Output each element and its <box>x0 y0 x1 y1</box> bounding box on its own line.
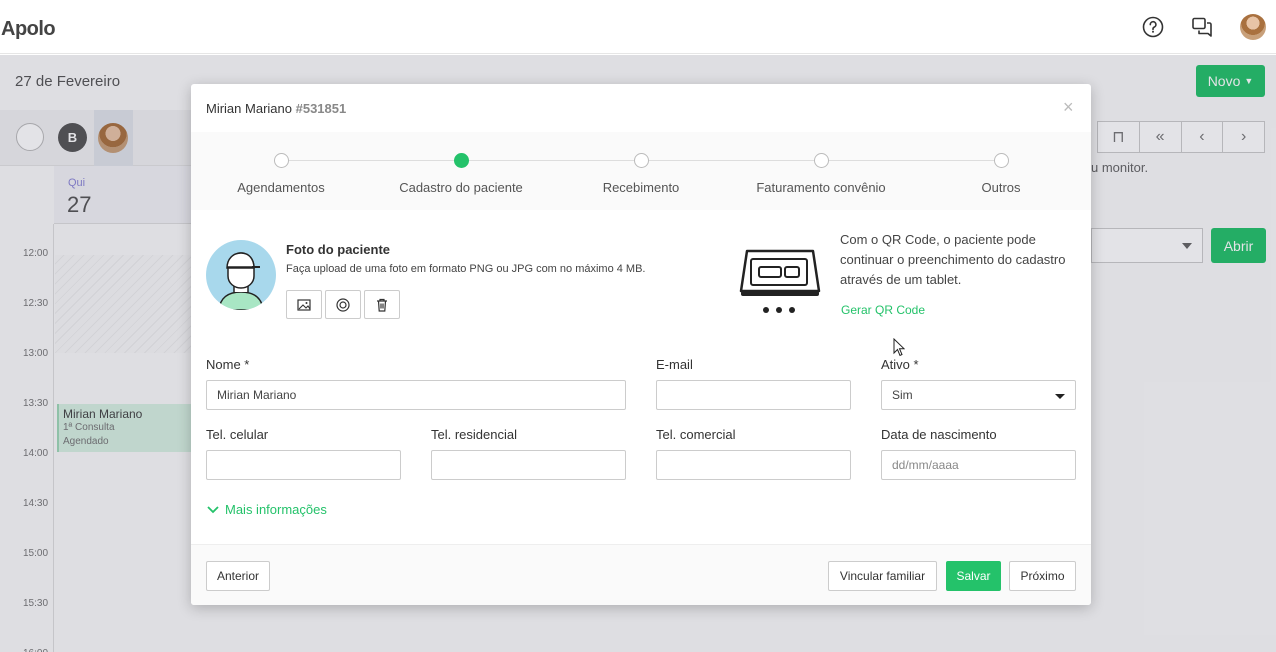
more-info-toggle[interactable]: Mais informações <box>207 502 327 517</box>
trash-icon <box>377 298 387 312</box>
user-avatar[interactable] <box>1240 14 1266 40</box>
patient-id: #531851 <box>295 101 347 116</box>
mobile-phone-label: Tel. celular <box>206 427 269 442</box>
step-dot <box>634 153 649 168</box>
app-logo[interactable]: Apolo <box>1 18 56 41</box>
email-label: E-mail <box>656 357 693 372</box>
stepper: Agendamentos Cadastro do paciente Recebi… <box>191 132 1091 210</box>
patient-name: Mirian Mariano <box>206 101 292 116</box>
camera-button[interactable] <box>325 290 361 319</box>
step-label: Cadastro do paciente <box>399 180 523 195</box>
photo-description: Faça upload de uma foto em formato PNG o… <box>286 263 646 275</box>
active-select[interactable]: Sim <box>881 380 1076 410</box>
work-phone-input[interactable] <box>656 450 851 480</box>
modal-footer: Anterior Vincular familiar Salvar Próxim… <box>191 544 1091 605</box>
birthdate-label: Data de nascimento <box>881 427 997 442</box>
photo-title: Foto do paciente <box>286 242 390 257</box>
step-faturamento[interactable]: Faturamento convênio <box>731 132 911 210</box>
step-dot <box>274 153 289 168</box>
home-phone-label: Tel. residencial <box>431 427 517 442</box>
mobile-phone-input[interactable] <box>206 450 401 480</box>
birthdate-input[interactable]: dd/mm/aaaa <box>881 450 1076 480</box>
step-label: Agendamentos <box>237 180 325 195</box>
step-outros[interactable]: Outros <box>911 132 1091 210</box>
tablet-qr-icon <box>739 249 821 313</box>
image-icon <box>297 298 311 311</box>
chat-icon[interactable] <box>1190 15 1214 39</box>
step-recebimento[interactable]: Recebimento <box>551 132 731 210</box>
modal-title: Mirian Mariano #531851 <box>206 101 346 116</box>
step-label: Outros <box>981 180 1021 195</box>
home-phone-input[interactable] <box>431 450 626 480</box>
mouse-cursor-icon <box>893 338 905 357</box>
delete-photo-button[interactable] <box>364 290 400 319</box>
name-label: Nome * <box>206 357 250 372</box>
name-input[interactable]: Mirian Mariano <box>206 380 626 410</box>
email-input[interactable] <box>656 380 851 410</box>
help-icon[interactable] <box>1141 15 1165 39</box>
step-cadastro[interactable]: Cadastro do paciente <box>371 132 551 210</box>
camera-icon <box>336 297 350 312</box>
step-dot <box>814 153 829 168</box>
save-button[interactable]: Salvar <box>946 561 1001 591</box>
step-label: Recebimento <box>602 180 680 195</box>
chevron-down-icon <box>207 505 219 513</box>
upload-image-button[interactable] <box>286 290 322 319</box>
previous-button[interactable]: Anterior <box>206 561 270 591</box>
step-dot-active <box>454 153 469 168</box>
qr-description: Com o QR Code, o paciente pode continuar… <box>840 232 1066 287</box>
link-family-button[interactable]: Vincular familiar <box>828 561 937 591</box>
modal-header: Mirian Mariano #531851 × <box>191 84 1091 132</box>
step-agendamentos[interactable]: Agendamentos <box>191 132 371 210</box>
work-phone-label: Tel. comercial <box>656 427 736 442</box>
more-info-label: Mais informações <box>225 502 327 517</box>
generate-qr-link[interactable]: Gerar QR Code <box>841 303 925 317</box>
patient-modal: Mirian Mariano #531851 × Agendamentos Ca… <box>191 84 1091 605</box>
close-icon[interactable]: × <box>1063 98 1077 116</box>
caret-down-icon <box>1055 394 1065 399</box>
active-label: Ativo * <box>881 357 919 372</box>
active-select-value: Sim <box>892 388 913 402</box>
next-button[interactable]: Próximo <box>1009 561 1076 591</box>
patient-photo-placeholder <box>206 240 276 310</box>
step-dot <box>994 153 1009 168</box>
top-bar: Apolo <box>0 0 1276 54</box>
step-label: Faturamento convênio <box>756 180 886 195</box>
